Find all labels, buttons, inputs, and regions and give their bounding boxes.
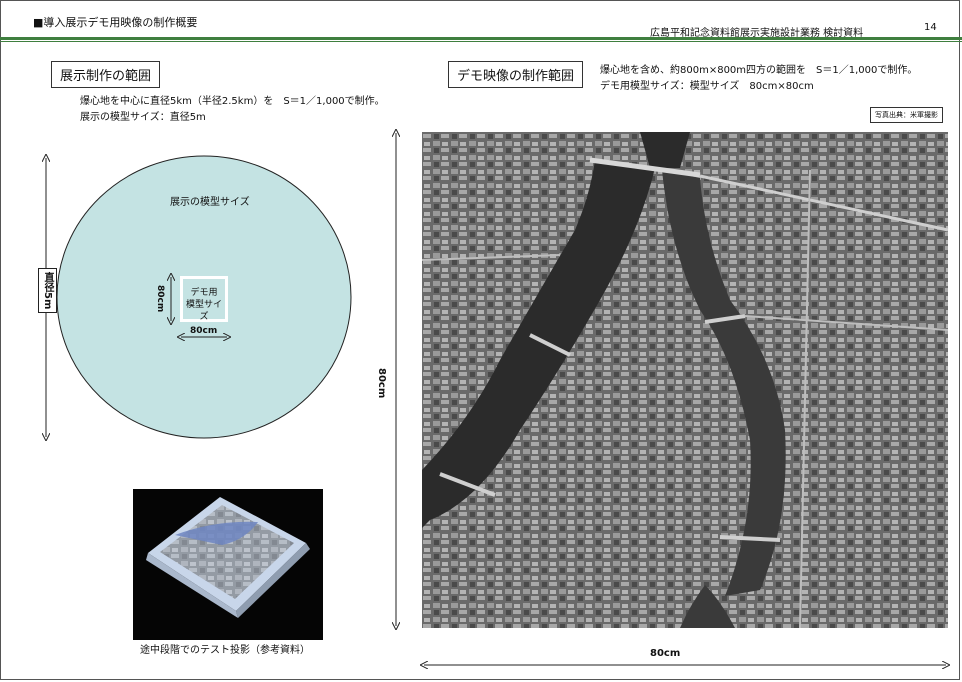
demo-label-line2: 模型サイズ (185, 300, 222, 322)
photo-credit: 写真出典：米軍撮影 (870, 107, 943, 123)
photo-width-label: 80cm (650, 648, 681, 659)
photo-caption: 途中段階でのテスト投影（参考資料） (140, 645, 310, 656)
photo-height-label: 80cm (376, 368, 387, 399)
demo-height-label: 80cm (155, 285, 165, 313)
demo-label-line1: デモ用 (190, 288, 218, 298)
demo-model-size-text: デモ用模型サイズ：模型サイズ 80cm×80cm (600, 81, 814, 92)
diagram-graphics (0, 0, 962, 682)
demo-model-label: デモ用 模型サイズ (180, 276, 228, 322)
circle-label: 展示の模型サイズ (170, 197, 250, 208)
demo-scope-text: 爆心地を含め、約800m×800m四方の範囲を S＝1／1,000で制作。 (600, 65, 918, 76)
diameter-label: 直径5m (38, 268, 57, 314)
demo-width-label: 80cm (190, 326, 218, 336)
section-label-demo: デモ映像の制作範囲 (448, 61, 584, 88)
